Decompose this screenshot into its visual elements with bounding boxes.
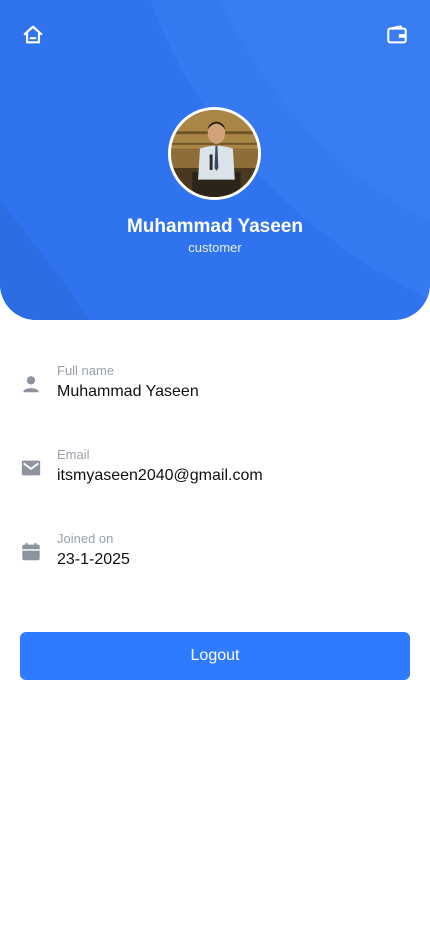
wallet-button[interactable] [384,22,410,48]
joined-on-label: Joined on [57,531,114,546]
home-button[interactable] [20,22,46,48]
joined-on-row: Joined on 23-1-2025 [0,531,430,591]
email-row: Email itsmyaseen2040@gmail.com [0,447,430,507]
profile-role: customer [188,240,242,255]
home-icon [23,25,43,44]
logout-button[interactable]: Logout [20,632,410,680]
email-label: Email [57,447,90,462]
avatar-photo [171,110,258,197]
full-name-row: Full name Muhammad Yaseen [0,363,430,423]
full-name-value: Muhammad Yaseen [57,383,199,400]
email-value: itsmyaseen2040@gmail.com [57,467,263,484]
profile-header: Muhammad Yaseen customer [0,0,430,320]
profile-screen: Muhammad Yaseen customer Full name Muham… [0,0,430,932]
wallet-icon [387,25,407,44]
joined-on-value: 23-1-2025 [57,551,130,568]
full-name-label: Full name [57,363,115,378]
profile-name: Muhammad Yaseen [126,216,303,237]
person-icon [23,376,39,393]
calendar-icon [22,542,40,561]
mail-icon [21,460,41,476]
avatar [168,107,261,200]
